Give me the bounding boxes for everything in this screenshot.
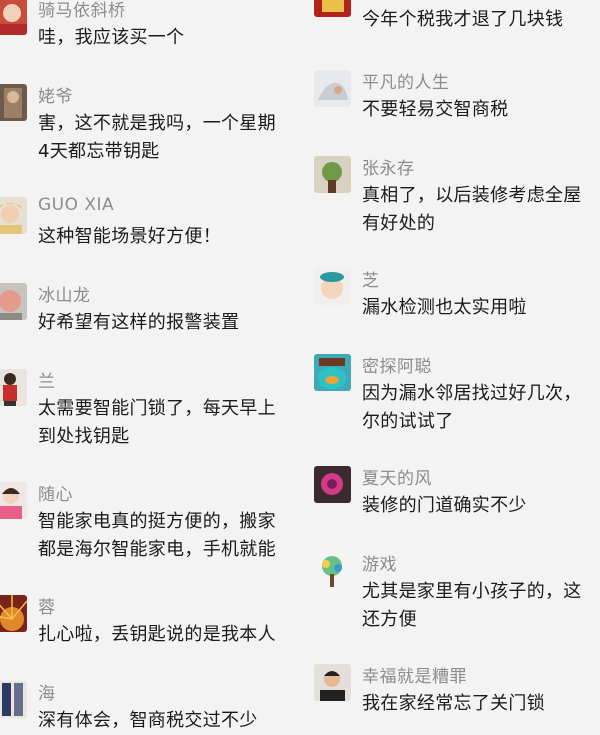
comment-line: 不要轻易交智商税 (362, 99, 509, 120)
comment-line: 有好处的 (362, 213, 436, 234)
comment-text: 智能家电真的挺方便的，搬家 都是海尔智能家电，手机就能 (38, 508, 276, 564)
avatar[interactable] (0, 482, 27, 519)
avatar[interactable] (0, 84, 27, 121)
comment-text: 我在家经常忘了关门锁 (362, 690, 545, 718)
comment-line: 深有体会，智商税交过不少 (38, 710, 258, 731)
commenter-name[interactable]: 骑马依斜桥 (38, 0, 126, 21)
comment-line: 害，这不就是我吗，一个星期 (38, 113, 276, 134)
comment-text: 扎心啦，丢钥匙说的是我本人 (38, 621, 276, 649)
comment-line: 扎心啦，丢钥匙说的是我本人 (38, 624, 276, 645)
avatar[interactable] (314, 552, 351, 589)
comment-line: 装修的门道确实不少 (362, 495, 527, 516)
comment-text: 不要轻易交智商税 (362, 96, 508, 124)
comment-text: 这种智能场景好方便！ (38, 223, 221, 251)
comment-text: 太需要智能门锁了，每天早上 到处找钥匙 (38, 395, 276, 451)
comment-line: 都是海尔智能家电，手机就能 (38, 539, 276, 560)
avatar[interactable] (314, 0, 351, 17)
comment-text: 害，这不就是我吗，一个星期 4天都忘带钥匙 (38, 110, 276, 166)
avatar[interactable] (314, 664, 351, 701)
comment-text: 真相了，以后装修考虑全屋 有好处的 (362, 182, 582, 238)
avatar[interactable] (0, 681, 27, 718)
comment-line: 太需要智能门锁了，每天早上 (38, 398, 276, 419)
comment-line: 好希望有这样的报警装置 (38, 312, 240, 333)
comment-line: 尔的试试了 (362, 411, 454, 432)
comment-text: 尤其是家里有小孩子的，这 还方便 (362, 578, 582, 634)
comment-line: 尤其是家里有小孩子的，这 (362, 581, 582, 602)
comment-line: 4天都忘带钥匙 (38, 141, 160, 162)
avatar[interactable] (0, 0, 27, 35)
commenter-name[interactable]: 随心 (38, 480, 73, 505)
comment-line: 这种智能场景好方便！ (38, 226, 221, 247)
avatar[interactable] (0, 595, 27, 632)
comment-line: 因为漏水邻居找过好几次， (362, 383, 582, 404)
comment-text: 深有体会，智商税交过不少 (38, 707, 258, 735)
comment-line: 哇，我应该买一个 (38, 27, 185, 48)
comment-line: 真相了，以后装修考虑全屋 (362, 185, 582, 206)
commenter-name[interactable]: GUO XIA (38, 195, 114, 215)
comment-line: 今年个税我才退了几块钱 (362, 9, 564, 30)
comment-line: 到处找钥匙 (38, 426, 130, 447)
avatar[interactable] (0, 197, 27, 234)
commenter-name[interactable]: 夏天的风 (362, 464, 432, 489)
commenter-name[interactable]: 芝 (362, 266, 380, 291)
comment-text: 今年个税我才退了几块钱 (362, 6, 563, 34)
comment-text: 好希望有这样的报警装置 (38, 309, 239, 337)
comment-text: 装修的门道确实不少 (362, 492, 527, 520)
avatar[interactable] (314, 70, 351, 107)
avatar[interactable] (314, 156, 351, 193)
commenter-name[interactable]: 冰山龙 (38, 281, 91, 306)
commenter-name[interactable]: 密探阿聪 (362, 352, 432, 377)
comment-line: 漏水检测也太实用啦 (362, 297, 527, 318)
commenter-name[interactable]: 姥爷 (38, 82, 73, 107)
commenter-name[interactable]: 张永存 (362, 154, 415, 179)
comment-line: 智能家电真的挺方便的，搬家 (38, 511, 276, 532)
comment-text: 哇，我应该买一个 (38, 24, 184, 52)
commenter-name[interactable]: 游戏 (362, 550, 397, 575)
commenter-name[interactable]: 平凡的人生 (362, 68, 450, 93)
comment-text: 因为漏水邻居找过好几次， 尔的试试了 (362, 380, 582, 436)
comment-line: 还方便 (362, 609, 417, 630)
commenter-name[interactable]: 蓉 (38, 593, 56, 618)
avatar[interactable] (314, 354, 351, 391)
avatar[interactable] (314, 466, 351, 503)
comment-line: 我在家经常忘了关门锁 (362, 693, 545, 714)
commenter-name[interactable]: 幸福就是糟罪 (362, 662, 467, 687)
commenter-name[interactable]: 兰 (38, 367, 56, 392)
commenter-name[interactable]: 海 (38, 679, 56, 704)
avatar[interactable] (314, 268, 351, 305)
avatar[interactable] (0, 369, 27, 406)
avatar[interactable] (0, 283, 27, 320)
comment-text: 漏水检测也太实用啦 (362, 294, 527, 322)
